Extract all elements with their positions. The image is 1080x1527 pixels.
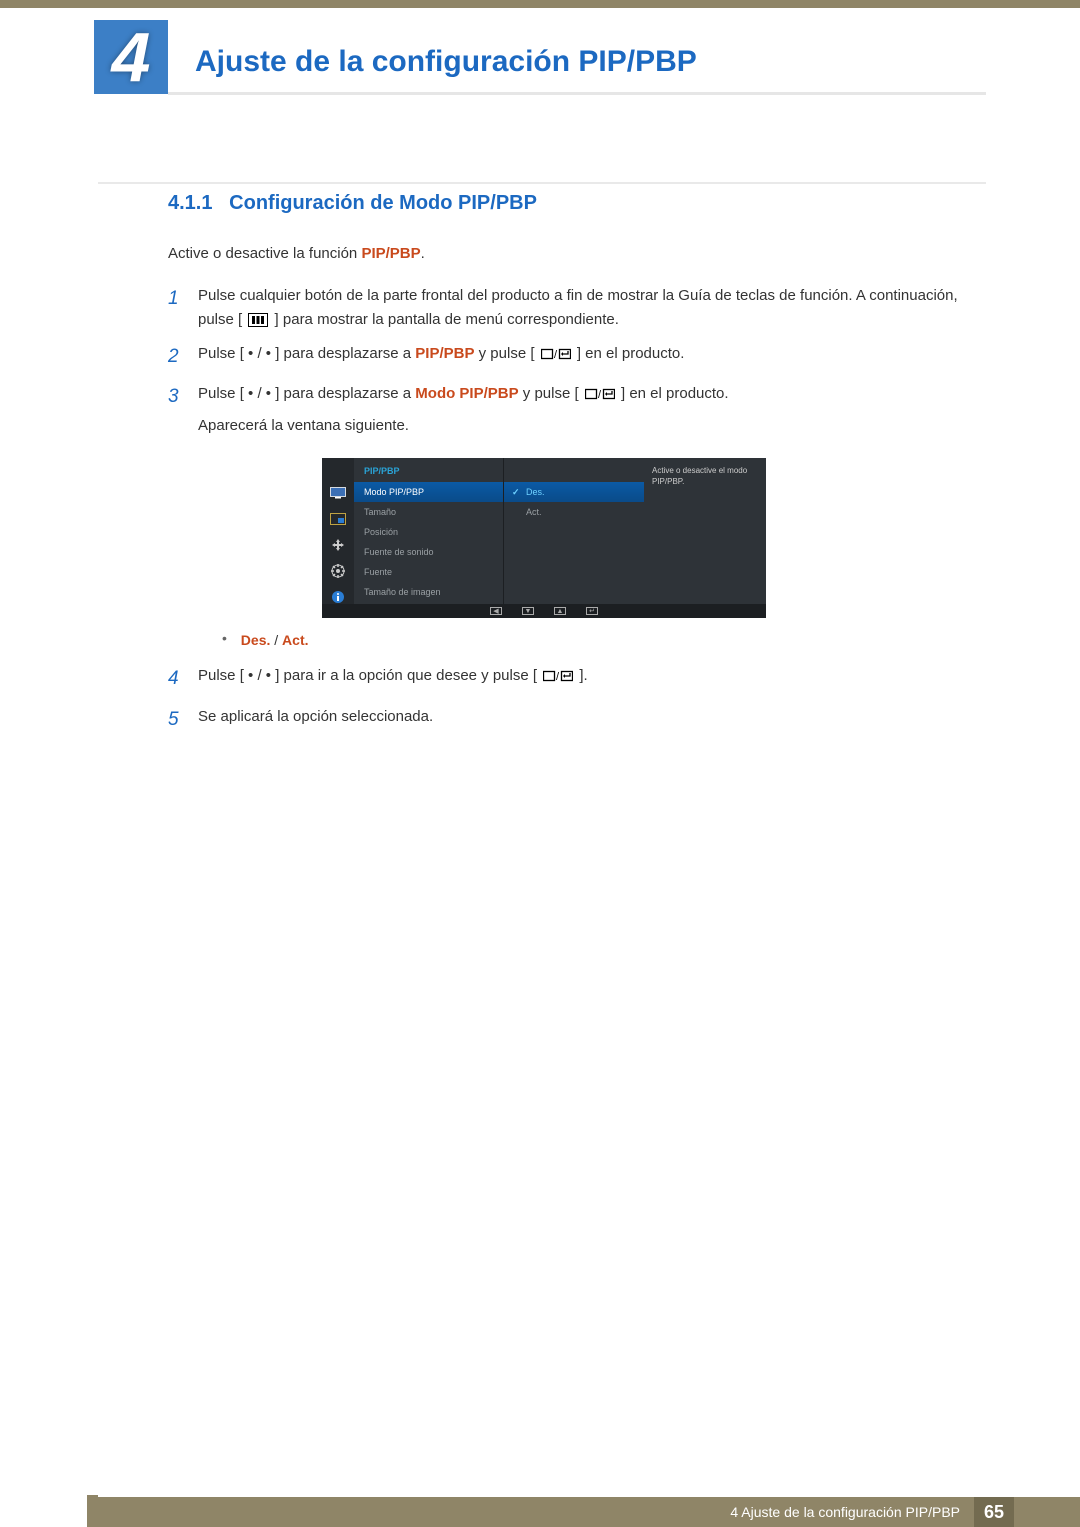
nav-left-icon: ◀ <box>490 607 502 615</box>
option-act: Act. <box>282 632 308 648</box>
step-2: 2 Pulse [ • / • ] para desplazarse a PIP… <box>168 342 986 372</box>
osd-row: Fuente <box>354 562 503 582</box>
keyword-modo-pip-pbp: Modo PIP/PBP <box>415 385 518 402</box>
menu-icon <box>248 313 268 327</box>
display-icon <box>330 486 346 500</box>
step-number: 3 <box>168 382 184 438</box>
section-line <box>98 182 986 184</box>
step-number: 1 <box>168 284 184 332</box>
keyword-pip-pbp: PIP/PBP <box>415 345 474 362</box>
info-icon <box>330 590 346 604</box>
osd-menu-column: PIP/PBP Modo PIP/PBP Tamaño Posición Fue… <box>354 458 504 618</box>
source-enter-icon: / <box>585 387 615 401</box>
source-enter-icon: / <box>541 347 571 361</box>
osd-title: PIP/PBP <box>354 458 503 482</box>
step-5: 5 Se aplicará la opción seleccionada. <box>168 705 986 735</box>
source-enter-icon: / <box>543 669 573 683</box>
osd-row: Tamaño <box>354 502 503 522</box>
step-4: 4 Pulse [ • / • ] para ir a la opción qu… <box>168 664 986 694</box>
chapter-badge: 4 <box>94 20 168 94</box>
svg-text:/: / <box>554 349 558 361</box>
option-des: Des. <box>241 632 271 648</box>
osd-value: Act. <box>504 502 644 522</box>
nav-enter-icon: ↵ <box>586 607 598 615</box>
keyword-pip-pbp: PIP/PBP <box>361 245 420 262</box>
step-number: 2 <box>168 342 184 372</box>
position-icon <box>330 538 346 552</box>
options-bullet: • Des. / Act. <box>222 632 986 648</box>
step-number: 5 <box>168 705 184 735</box>
section-title: Configuración de Modo PIP/PBP <box>229 192 537 214</box>
osd-value-selected: Des. <box>504 482 644 502</box>
top-bar <box>0 0 1080 8</box>
title-underline <box>168 92 986 95</box>
osd-row-selected: Modo PIP/PBP <box>354 482 503 502</box>
bullet-dot: • <box>222 630 227 646</box>
osd-help-text: Active o desactive el modo PIP/PBP. <box>644 458 766 618</box>
svg-text:/: / <box>598 389 602 401</box>
osd-values-column: Des. Act. <box>504 458 644 618</box>
step-3: 3 Pulse [ • / • ] para desplazarse a Mod… <box>168 382 986 438</box>
footer-left-stripe <box>87 1495 98 1527</box>
step-3-extra: Aparecerá la ventana siguiente. <box>198 414 729 438</box>
footer-bar: 4 Ajuste de la configuración PIP/PBP 65 <box>98 1497 1080 1527</box>
footer-text: 4 Ajuste de la configuración PIP/PBP <box>730 1497 974 1527</box>
section-number: 4.1.1 <box>168 192 212 214</box>
settings-icon <box>330 564 346 578</box>
content-area: 4.1.1 Configuración de Modo PIP/PBP Acti… <box>168 192 986 745</box>
chapter-number: 4 <box>112 22 151 92</box>
osd-row: Posición <box>354 522 503 542</box>
chapter-title: Ajuste de la configuración PIP/PBP <box>195 45 697 79</box>
page-number: 65 <box>974 1497 1014 1527</box>
osd-row: Fuente de sonido <box>354 542 503 562</box>
osd-sidebar <box>322 458 354 618</box>
nav-up-icon: ▲ <box>554 607 566 615</box>
intro-text: Active o desactive la función PIP/PBP. <box>168 245 986 262</box>
osd-footer: ◀ ▼ ▲ ↵ <box>322 604 766 618</box>
step-1: 1 Pulse cualquier botón de la parte fron… <box>168 284 986 332</box>
osd-screenshot: PIP/PBP Modo PIP/PBP Tamaño Posición Fue… <box>322 458 766 618</box>
section-heading: 4.1.1 Configuración de Modo PIP/PBP <box>168 192 986 215</box>
step-number: 4 <box>168 664 184 694</box>
svg-text:/: / <box>556 671 560 683</box>
nav-down-icon: ▼ <box>522 607 534 615</box>
pip-icon <box>330 512 346 526</box>
osd-row: Tamaño de imagen <box>354 582 503 602</box>
